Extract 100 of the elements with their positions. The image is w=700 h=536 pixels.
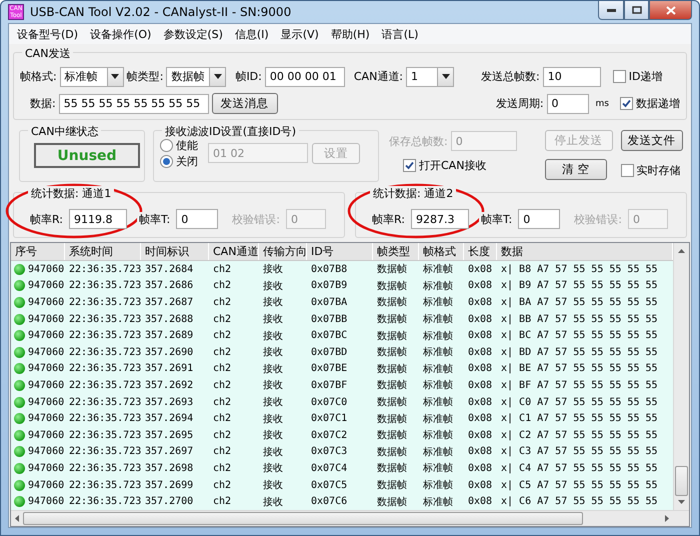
scroll-down-icon[interactable]	[678, 500, 685, 504]
table-cell: 947060	[28, 496, 64, 508]
checkbox[interactable]	[612, 70, 626, 83]
menu-item[interactable]: 设备操作(O)	[84, 26, 158, 42]
table-cell-text: 0x07C6	[310, 496, 348, 508]
table-cell-text: x| BE A7 57 55 55 55 55 55	[500, 363, 659, 374]
status-dot-icon	[14, 330, 25, 342]
menu-item[interactable]: 信息(I)	[228, 26, 275, 42]
table-cell: 947060	[28, 330, 64, 342]
table-cell-text: ch2	[212, 413, 232, 424]
table-cell-text: 357.2700	[144, 496, 194, 508]
field-label: 保存总帧数:	[389, 134, 448, 148]
group-title: CAN中继状态	[28, 124, 102, 139]
column-header[interactable]: 长度	[464, 243, 497, 260]
table-cell-text: 22:36:35.723	[68, 480, 141, 491]
table-cell-text: x| C5 A7 57 55 55 55 55 55	[500, 480, 659, 491]
checkbox[interactable]	[620, 97, 633, 110]
input-field[interactable]: 00 00 00 01	[264, 66, 345, 86]
table-cell-text: 数据帧	[376, 412, 408, 426]
table-cell-text: ch2	[212, 380, 232, 391]
input-field[interactable]: 0	[176, 209, 218, 229]
minimize-button[interactable]	[598, 1, 624, 20]
horizontal-scrollbar[interactable]	[11, 510, 689, 526]
radio-label: 使能	[176, 138, 198, 152]
input-field[interactable]: 9119.8	[69, 209, 128, 229]
maximize-button[interactable]	[624, 1, 649, 20]
table-cell-text: 22:36:35.723	[68, 380, 141, 391]
menu-item[interactable]: 帮助(H)	[324, 26, 376, 42]
input-field[interactable]: 10	[542, 66, 601, 86]
table-cell: 947060	[28, 380, 64, 391]
scrollbar-thumb[interactable]	[675, 466, 688, 496]
column-header[interactable]: 序号	[11, 243, 65, 260]
table-cell-text: 22:36:35.723	[68, 363, 141, 374]
column-header[interactable]: CAN通道	[209, 243, 259, 260]
checkbox[interactable]	[620, 164, 634, 177]
table-cell-text: 接收	[262, 396, 284, 410]
column-header[interactable]: 帧格式	[419, 243, 464, 260]
menu-item[interactable]: 语言(L)	[376, 26, 424, 42]
table-cell-text: x| C1 A7 57 55 55 55 55 55	[500, 413, 659, 424]
status-dot-icon	[14, 280, 25, 292]
table-cell-text: 357.2694	[144, 413, 194, 424]
table-cell-text: 接收	[262, 412, 284, 426]
table-cell-text: 标准帧	[422, 462, 454, 476]
table-cell-text: 接收	[262, 378, 284, 392]
table-cell-text: 357.2692	[144, 380, 194, 391]
field-label: 校验错误:	[230, 212, 282, 226]
table-cell-text: ch2	[212, 264, 232, 275]
checkbox[interactable]	[403, 158, 416, 172]
table-cell-text: 数据帧	[376, 478, 408, 492]
send-button[interactable]: 发送消息	[212, 93, 278, 114]
radio-button[interactable]	[160, 138, 173, 152]
table-cell-text: 0x07C0	[310, 396, 348, 408]
maximize-icon	[632, 6, 642, 14]
table-cell-text: 接收	[262, 478, 284, 492]
table-cell-text: 0x07C1	[310, 413, 348, 424]
caret-icon	[442, 74, 450, 79]
menu-item[interactable]: 显示(V)	[274, 26, 325, 42]
format-dropdown[interactable]: 标准帧	[60, 66, 124, 86]
table-cell-text: 357.2689	[144, 330, 194, 342]
table-cell-text: 接收	[262, 330, 284, 343]
table-cell-text: 数据帧	[376, 462, 408, 476]
type-dropdown[interactable]: 数据帧	[166, 66, 226, 86]
table-cell-text: 数据帧	[376, 346, 408, 360]
scroll-left-icon[interactable]	[15, 515, 19, 522]
close-icon	[666, 6, 676, 14]
status-dot-icon	[14, 396, 25, 408]
table-cell-text: 0x07BA	[310, 296, 348, 308]
scroll-up-icon[interactable]	[678, 249, 685, 253]
input-field[interactable]: 55 55 55 55 55 55 55 55	[58, 94, 209, 114]
input-field[interactable]: 0	[546, 94, 589, 114]
radio-button[interactable]	[160, 154, 173, 168]
table-cell-text: 357.2684	[144, 264, 194, 275]
minimize-icon	[606, 8, 616, 12]
column-header[interactable]: 系统时间	[65, 243, 141, 260]
table-cell-text: 标准帧	[422, 496, 454, 509]
column-header[interactable]: 帧类型	[373, 243, 419, 260]
clear-button[interactable]: 清 空	[544, 158, 607, 180]
table-cell: 947060	[28, 346, 64, 358]
table-cell-text: 数据帧	[376, 312, 408, 326]
input-field[interactable]: 9287.3	[411, 209, 470, 229]
table-cell-text: 标准帧	[422, 312, 454, 326]
column-header[interactable]: ID号	[307, 243, 373, 260]
caret-icon	[111, 74, 120, 79]
table-cell: 947060	[28, 430, 64, 441]
column-header[interactable]: 时间标识	[141, 243, 209, 260]
table-cell-text: ch2	[212, 462, 232, 474]
scroll-right-icon[interactable]	[665, 515, 669, 522]
close-button[interactable]	[649, 1, 692, 20]
menu-item[interactable]: 设备型号(D)	[11, 26, 84, 42]
send-file-button[interactable]: 发送文件	[620, 130, 683, 151]
field-label: CAN通道:	[354, 69, 403, 84]
column-header[interactable]: 传输方向	[259, 243, 307, 260]
input-field[interactable]: 0	[518, 209, 560, 229]
channel-dropdown[interactable]: 1	[406, 66, 454, 86]
menu-item[interactable]: 参数设定(S)	[157, 26, 229, 42]
vertical-scrollbar[interactable]	[673, 243, 689, 510]
table-cell-text: 0x08	[467, 314, 494, 325]
table-cell-text: 22:36:35.723	[68, 396, 141, 408]
table-cell-text: 357.2697	[144, 446, 194, 458]
scrollbar-thumb[interactable]	[23, 512, 583, 525]
